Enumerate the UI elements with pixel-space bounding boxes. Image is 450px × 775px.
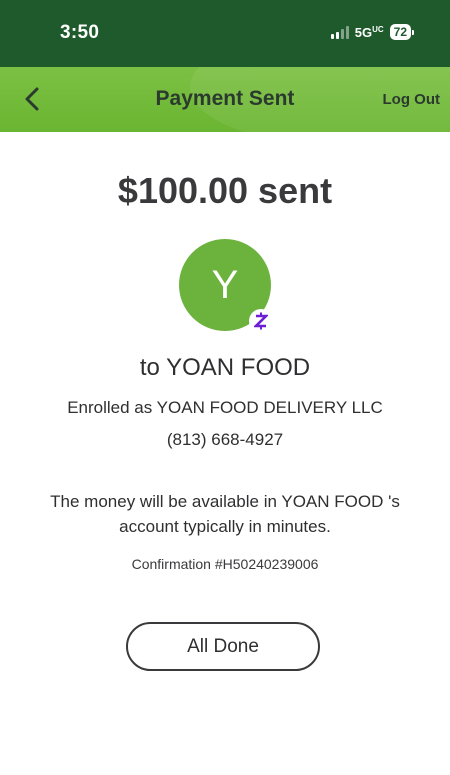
recipient-name: to YOAN FOOD (139, 354, 311, 381)
zelle-icon (249, 309, 273, 333)
logout-link[interactable]: Log Out (383, 91, 440, 108)
all-done-button[interactable]: All Done (126, 622, 320, 671)
status-bar: 3:50 5GUC 72 (0, 0, 450, 67)
signal-icon (330, 25, 349, 39)
confirmation-number: Confirmation #H50240239006 (131, 556, 319, 572)
status-time: 3:50 (60, 22, 100, 43)
network-label: 5G (354, 24, 373, 40)
battery-level: 72 (389, 24, 411, 40)
amount-sent: $100.00 sent (117, 170, 333, 211)
recipient-phone: (813) 668-4927 (166, 430, 284, 449)
battery-icon: 72 (389, 24, 414, 40)
app-header: Payment Sent Log Out (0, 67, 450, 132)
network-suffix: UC (372, 24, 384, 34)
enrolled-name: Enrolled as YOAN FOOD DELIVERY LLC (67, 398, 383, 417)
availability-message: The money will be available in YOAN FOOD… (50, 492, 400, 536)
status-indicators: 5GUC 72 (330, 24, 414, 40)
network-indicator: 5GUC (355, 25, 384, 40)
